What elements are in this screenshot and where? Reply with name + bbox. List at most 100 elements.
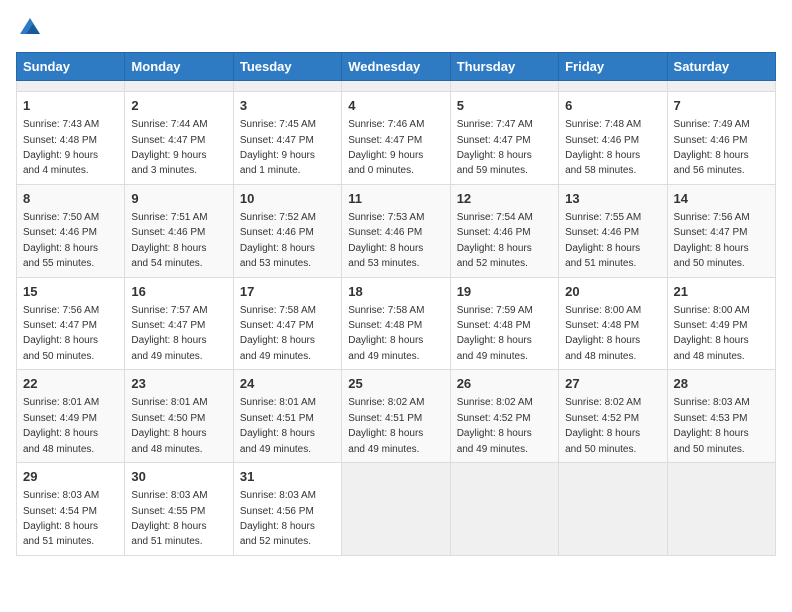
col-header-wednesday: Wednesday bbox=[342, 53, 450, 81]
day-cell: 23 Sunrise: 8:01 AM Sunset: 4:50 PM Dayli… bbox=[125, 370, 233, 463]
day-cell: 13 Sunrise: 7:55 AM Sunset: 4:46 PM Dayli… bbox=[559, 184, 667, 277]
day-info: Sunrise: 8:03 AM Sunset: 4:54 PM Dayligh… bbox=[23, 490, 99, 547]
day-info: Sunrise: 7:59 AM Sunset: 4:48 PM Dayligh… bbox=[457, 305, 533, 362]
day-number: 16 bbox=[131, 283, 226, 301]
day-number: 3 bbox=[240, 97, 335, 115]
day-info: Sunrise: 7:58 AM Sunset: 4:47 PM Dayligh… bbox=[240, 305, 316, 362]
day-number: 18 bbox=[348, 283, 443, 301]
day-cell: 10 Sunrise: 7:52 AM Sunset: 4:46 PM Dayli… bbox=[233, 184, 341, 277]
day-cell: 30Sunrise: 8:03 AM Sunset: 4:55 PM Dayli… bbox=[125, 463, 233, 556]
day-number: 20 bbox=[565, 283, 660, 301]
day-cell: 14 Sunrise: 7:56 AM Sunset: 4:47 PM Dayli… bbox=[667, 184, 775, 277]
col-header-sunday: Sunday bbox=[17, 53, 125, 81]
day-number: 17 bbox=[240, 283, 335, 301]
day-cell: 1Sunrise: 7:43 AM Sunset: 4:48 PM Daylig… bbox=[17, 92, 125, 185]
day-cell: 20Sunrise: 8:00 AM Sunset: 4:48 PM Dayli… bbox=[559, 277, 667, 370]
day-cell bbox=[125, 81, 233, 92]
day-info: Sunrise: 7:52 AM Sunset: 4:46 PM Dayligh… bbox=[240, 212, 316, 269]
day-info: Sunrise: 8:02 AM Sunset: 4:52 PM Dayligh… bbox=[457, 397, 533, 454]
day-cell: 26Sunrise: 8:02 AM Sunset: 4:52 PM Dayli… bbox=[450, 370, 558, 463]
day-cell bbox=[559, 463, 667, 556]
day-cell: 4Sunrise: 7:46 AM Sunset: 4:47 PM Daylig… bbox=[342, 92, 450, 185]
day-cell bbox=[667, 81, 775, 92]
day-cell: 15 Sunrise: 7:56 AM Sunset: 4:47 PM Dayli… bbox=[17, 277, 125, 370]
week-row-3: 15 Sunrise: 7:56 AM Sunset: 4:47 PM Dayli… bbox=[17, 277, 776, 370]
day-info: Sunrise: 8:03 AM Sunset: 4:56 PM Dayligh… bbox=[240, 490, 316, 547]
day-number: 31 bbox=[240, 468, 335, 486]
day-info: Sunrise: 7:57 AM Sunset: 4:47 PM Dayligh… bbox=[131, 305, 207, 362]
day-number: 15 bbox=[23, 283, 118, 301]
day-info: Sunrise: 7:55 AM Sunset: 4:46 PM Dayligh… bbox=[565, 212, 641, 269]
day-cell: 24 Sunrise: 8:01 AM Sunset: 4:51 PM Dayli… bbox=[233, 370, 341, 463]
day-number: 29 bbox=[23, 468, 118, 486]
day-info: Sunrise: 7:49 AM Sunset: 4:46 PM Dayligh… bbox=[674, 119, 750, 176]
logo-icon bbox=[18, 16, 42, 40]
day-info: Sunrise: 8:03 AM Sunset: 4:55 PM Dayligh… bbox=[131, 490, 207, 547]
day-cell bbox=[667, 463, 775, 556]
day-cell bbox=[450, 463, 558, 556]
day-number: 27 bbox=[565, 375, 660, 393]
day-cell: 29 Sunrise: 8:03 AM Sunset: 4:54 PM Dayli… bbox=[17, 463, 125, 556]
col-header-friday: Friday bbox=[559, 53, 667, 81]
day-number: 24 bbox=[240, 375, 335, 393]
day-number: 1 bbox=[23, 97, 118, 115]
day-number: 8 bbox=[23, 190, 118, 208]
day-cell bbox=[559, 81, 667, 92]
col-header-thursday: Thursday bbox=[450, 53, 558, 81]
day-cell: 27 Sunrise: 8:02 AM Sunset: 4:52 PM Dayli… bbox=[559, 370, 667, 463]
day-number: 21 bbox=[674, 283, 769, 301]
week-row-5: 29 Sunrise: 8:03 AM Sunset: 4:54 PM Dayli… bbox=[17, 463, 776, 556]
day-cell: 22Sunrise: 8:01 AM Sunset: 4:49 PM Dayli… bbox=[17, 370, 125, 463]
day-info: Sunrise: 7:46 AM Sunset: 4:47 PM Dayligh… bbox=[348, 119, 424, 176]
day-number: 19 bbox=[457, 283, 552, 301]
day-info: Sunrise: 8:00 AM Sunset: 4:49 PM Dayligh… bbox=[674, 305, 750, 362]
calendar-table: SundayMondayTuesdayWednesdayThursdayFrid… bbox=[16, 52, 776, 556]
day-number: 23 bbox=[131, 375, 226, 393]
day-info: Sunrise: 7:54 AM Sunset: 4:46 PM Dayligh… bbox=[457, 212, 533, 269]
day-number: 7 bbox=[674, 97, 769, 115]
day-cell: 19 Sunrise: 7:59 AM Sunset: 4:48 PM Dayli… bbox=[450, 277, 558, 370]
day-cell bbox=[233, 81, 341, 92]
week-row-4: 22Sunrise: 8:01 AM Sunset: 4:49 PM Dayli… bbox=[17, 370, 776, 463]
day-cell: 18 Sunrise: 7:58 AM Sunset: 4:48 PM Dayli… bbox=[342, 277, 450, 370]
day-info: Sunrise: 7:50 AM Sunset: 4:46 PM Dayligh… bbox=[23, 212, 99, 269]
day-cell: 11Sunrise: 7:53 AM Sunset: 4:46 PM Dayli… bbox=[342, 184, 450, 277]
day-number: 12 bbox=[457, 190, 552, 208]
day-number: 28 bbox=[674, 375, 769, 393]
day-cell: 12 Sunrise: 7:54 AM Sunset: 4:46 PM Dayli… bbox=[450, 184, 558, 277]
day-cell: 6Sunrise: 7:48 AM Sunset: 4:46 PM Daylig… bbox=[559, 92, 667, 185]
day-number: 10 bbox=[240, 190, 335, 208]
day-number: 2 bbox=[131, 97, 226, 115]
day-info: Sunrise: 7:51 AM Sunset: 4:46 PM Dayligh… bbox=[131, 212, 207, 269]
day-info: Sunrise: 8:01 AM Sunset: 4:49 PM Dayligh… bbox=[23, 397, 99, 454]
day-info: Sunrise: 7:58 AM Sunset: 4:48 PM Dayligh… bbox=[348, 305, 424, 362]
day-info: Sunrise: 7:53 AM Sunset: 4:46 PM Dayligh… bbox=[348, 212, 424, 269]
day-cell bbox=[342, 463, 450, 556]
day-info: Sunrise: 7:56 AM Sunset: 4:47 PM Dayligh… bbox=[23, 305, 99, 362]
day-number: 14 bbox=[674, 190, 769, 208]
day-cell: 16 Sunrise: 7:57 AM Sunset: 4:47 PM Dayli… bbox=[125, 277, 233, 370]
day-cell: 28Sunrise: 8:03 AM Sunset: 4:53 PM Dayli… bbox=[667, 370, 775, 463]
week-row-0 bbox=[17, 81, 776, 92]
day-info: Sunrise: 8:01 AM Sunset: 4:51 PM Dayligh… bbox=[240, 397, 316, 454]
day-cell: 31 Sunrise: 8:03 AM Sunset: 4:56 PM Dayli… bbox=[233, 463, 341, 556]
logo bbox=[16, 16, 42, 40]
week-row-1: 1Sunrise: 7:43 AM Sunset: 4:48 PM Daylig… bbox=[17, 92, 776, 185]
day-cell: 2Sunrise: 7:44 AM Sunset: 4:47 PM Daylig… bbox=[125, 92, 233, 185]
day-info: Sunrise: 7:48 AM Sunset: 4:46 PM Dayligh… bbox=[565, 119, 641, 176]
day-number: 13 bbox=[565, 190, 660, 208]
day-cell: 9Sunrise: 7:51 AM Sunset: 4:46 PM Daylig… bbox=[125, 184, 233, 277]
day-cell: 25Sunrise: 8:02 AM Sunset: 4:51 PM Dayli… bbox=[342, 370, 450, 463]
day-cell: 5Sunrise: 7:47 AM Sunset: 4:47 PM Daylig… bbox=[450, 92, 558, 185]
day-cell: 7 Sunrise: 7:49 AM Sunset: 4:46 PM Daylig… bbox=[667, 92, 775, 185]
day-cell: 3Sunrise: 7:45 AM Sunset: 4:47 PM Daylig… bbox=[233, 92, 341, 185]
day-info: Sunrise: 8:02 AM Sunset: 4:52 PM Dayligh… bbox=[565, 397, 641, 454]
col-header-tuesday: Tuesday bbox=[233, 53, 341, 81]
day-info: Sunrise: 7:56 AM Sunset: 4:47 PM Dayligh… bbox=[674, 212, 750, 269]
day-info: Sunrise: 7:47 AM Sunset: 4:47 PM Dayligh… bbox=[457, 119, 533, 176]
col-header-saturday: Saturday bbox=[667, 53, 775, 81]
day-info: Sunrise: 8:01 AM Sunset: 4:50 PM Dayligh… bbox=[131, 397, 207, 454]
day-cell: 8 Sunrise: 7:50 AM Sunset: 4:46 PM Daylig… bbox=[17, 184, 125, 277]
day-cell bbox=[17, 81, 125, 92]
day-cell bbox=[342, 81, 450, 92]
